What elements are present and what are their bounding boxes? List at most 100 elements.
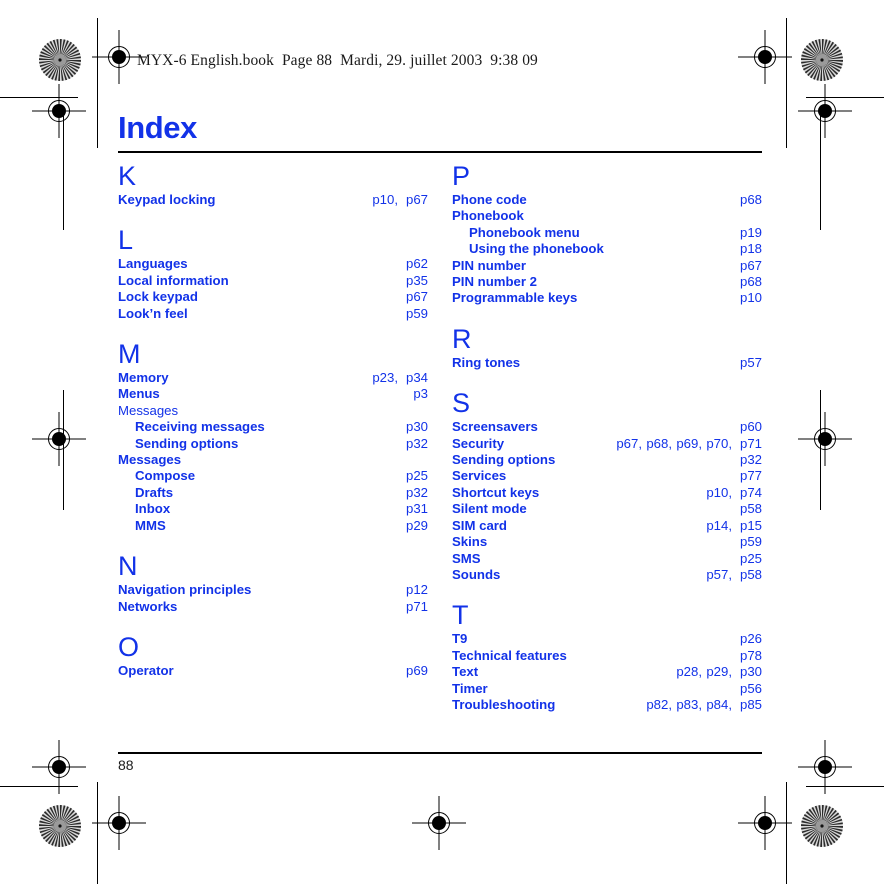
index-entry[interactable]: Navigation principles p12: [118, 582, 428, 598]
page-reference[interactable]: p59: [398, 306, 428, 322]
page-reference[interactable]: p34: [398, 370, 428, 386]
page-reference[interactable]: p78: [732, 648, 762, 664]
page-reference[interactable]: p28,: [672, 664, 702, 680]
page-reference[interactable]: p32: [398, 485, 428, 501]
page-reference[interactable]: p67,: [612, 436, 642, 452]
page-reference[interactable]: p10,: [702, 485, 732, 501]
registration-mark-bottom-left-outer: [32, 740, 86, 794]
index-entry[interactable]: Networks p71: [118, 599, 428, 615]
page-reference[interactable]: p67: [398, 192, 428, 208]
index-entry[interactable]: Look’n feel p59: [118, 306, 428, 322]
index-entry[interactable]: Timer p56: [452, 681, 762, 697]
page-reference[interactable]: p30: [398, 419, 428, 435]
index-entry[interactable]: SMS p25: [452, 551, 762, 567]
page-reference[interactable]: p82,: [642, 697, 672, 713]
index-entry[interactable]: SIM card p14, p15: [452, 518, 762, 534]
page-reference[interactable]: p25: [398, 468, 428, 484]
index-entry[interactable]: T9 p26: [452, 631, 762, 647]
page-reference[interactable]: p26: [732, 631, 762, 647]
page-reference[interactable]: p29: [398, 518, 428, 534]
page-reference[interactable]: p29,: [702, 664, 732, 680]
index-entry[interactable]: Phonebook: [452, 208, 762, 224]
page-reference[interactable]: p60: [732, 419, 762, 435]
index-entry[interactable]: Local information p35: [118, 273, 428, 289]
page-reference[interactable]: p77: [732, 468, 762, 484]
index-entry[interactable]: Sounds p57, p58: [452, 567, 762, 583]
index-entry[interactable]: Programmable keys p10: [452, 290, 762, 306]
index-entry[interactable]: Security p67, p68, p69, p70, p71: [452, 436, 762, 452]
index-entry-pages: p31: [398, 501, 428, 517]
page-reference[interactable]: p25: [732, 551, 762, 567]
index-entry-pages: p59: [398, 306, 428, 322]
index-entry[interactable]: MMS p29: [118, 518, 428, 534]
index-entry[interactable]: Text p28, p29, p30: [452, 664, 762, 680]
page-reference[interactable]: p10,: [368, 192, 398, 208]
page-reference[interactable]: p69,: [672, 436, 702, 452]
index-entry[interactable]: PIN number 2 p68: [452, 274, 762, 290]
index-entry[interactable]: Memory p23, p34: [118, 370, 428, 386]
index-entry[interactable]: Sending options p32: [118, 436, 428, 452]
index-entry[interactable]: Drafts p32: [118, 485, 428, 501]
index-entry[interactable]: Languages p62: [118, 256, 428, 272]
page-reference[interactable]: p71: [732, 436, 762, 452]
page-reference[interactable]: p19: [732, 225, 762, 241]
index-entry[interactable]: Skins p59: [452, 534, 762, 550]
page-reference[interactable]: p14,: [702, 518, 732, 534]
page-reference[interactable]: p35: [398, 273, 428, 289]
page-reference[interactable]: p23,: [368, 370, 398, 386]
page-reference[interactable]: p70,: [702, 436, 732, 452]
index-entry[interactable]: Services p77: [452, 468, 762, 484]
index-entry-label: Services: [452, 468, 507, 484]
index-entry[interactable]: Operator p69: [118, 663, 428, 679]
page-reference[interactable]: p15: [732, 518, 762, 534]
index-entry[interactable]: Phone code p68: [452, 192, 762, 208]
index-entry[interactable]: Using the phonebook p18: [452, 241, 762, 257]
page-reference[interactable]: p56: [732, 681, 762, 697]
index-entry[interactable]: Compose p25: [118, 468, 428, 484]
page-reference[interactable]: p59: [732, 534, 762, 550]
page-reference[interactable]: p30: [732, 664, 762, 680]
section-letter-t: T: [452, 600, 469, 631]
starburst-target-top-left: [38, 38, 82, 82]
index-entry[interactable]: Phonebook menu p19: [452, 225, 762, 241]
page-reference[interactable]: p71: [398, 599, 428, 615]
page-reference[interactable]: p57,: [702, 567, 732, 583]
page-reference[interactable]: p68: [732, 274, 762, 290]
page-reference[interactable]: p69: [398, 663, 428, 679]
index-entry[interactable]: Screensavers p60: [452, 419, 762, 435]
page-reference[interactable]: p68: [732, 192, 762, 208]
index-entry-label: Networks: [118, 598, 178, 614]
index-entry[interactable]: Shortcut keys p10, p74: [452, 485, 762, 501]
page-reference[interactable]: p10: [732, 290, 762, 306]
index-entry[interactable]: Technical features p78: [452, 648, 762, 664]
page-reference[interactable]: p67: [732, 258, 762, 274]
index-entry[interactable]: Ring tones p57: [452, 355, 762, 371]
index-entry[interactable]: PIN number p67: [452, 258, 762, 274]
page-reference[interactable]: p31: [398, 501, 428, 517]
page-reference[interactable]: p74: [732, 485, 762, 501]
index-entry[interactable]: Receiving messages p30: [118, 419, 428, 435]
index-entry[interactable]: Sending options p32: [452, 452, 762, 468]
page-reference[interactable]: p84,: [702, 697, 732, 713]
page-reference[interactable]: p83,: [672, 697, 702, 713]
index-entry[interactable]: Messages: [118, 403, 428, 419]
index-entry[interactable]: Menus p3: [118, 386, 428, 402]
page-reference[interactable]: p32: [732, 452, 762, 468]
page-reference[interactable]: p32: [398, 436, 428, 452]
index-entry[interactable]: Inbox p31: [118, 501, 428, 517]
page-reference[interactable]: p68,: [642, 436, 672, 452]
page-reference[interactable]: p58: [732, 567, 762, 583]
index-entry[interactable]: Keypad locking p10, p67: [118, 192, 428, 208]
page-reference[interactable]: p57: [732, 355, 762, 371]
page-reference[interactable]: p58: [732, 501, 762, 517]
page-reference[interactable]: p18: [732, 241, 762, 257]
page-reference[interactable]: p62: [398, 256, 428, 272]
index-entry[interactable]: Messages: [118, 452, 428, 468]
index-entry[interactable]: Silent mode p58: [452, 501, 762, 517]
page-reference[interactable]: p67: [398, 289, 428, 305]
page-reference[interactable]: p12: [398, 582, 428, 598]
index-entry[interactable]: Troubleshooting p82, p83, p84, p85: [452, 697, 762, 713]
page-reference[interactable]: p3: [398, 386, 428, 402]
page-reference[interactable]: p85: [732, 697, 762, 713]
index-entry[interactable]: Lock keypad p67: [118, 289, 428, 305]
